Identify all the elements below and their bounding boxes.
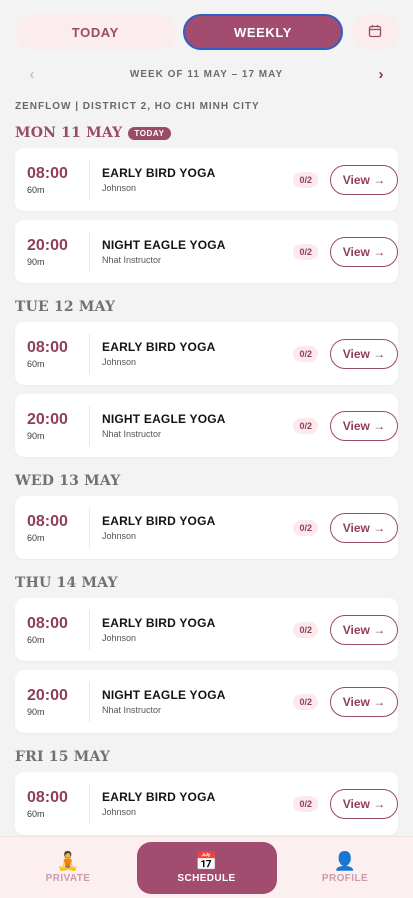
- capacity-badge: 0/2: [293, 345, 318, 362]
- tab-weekly[interactable]: WEEKLY: [182, 14, 344, 50]
- class-instructor: Johnson: [102, 633, 137, 643]
- day-section: FRI 15 MAY 08:00 60m EARLY BIRD YOGA Johns…: [15, 742, 398, 835]
- class-name: EARLY BIRD YOGA: [102, 790, 216, 804]
- class-name: EARLY BIRD YOGA: [102, 340, 216, 354]
- day-section: WED 13 MAY 08:00 60m EARLY BIRD YOGA Johns…: [15, 466, 398, 559]
- capacity-badge: 0/2: [293, 621, 318, 638]
- next-week-button[interactable]: ›: [363, 66, 399, 83]
- class-card[interactable]: 08:00 60m EARLY BIRD YOGA Johnson 0/2 View…: [15, 148, 398, 211]
- prev-week-button[interactable]: ‹: [14, 66, 50, 83]
- day-header: THU 14 MAY: [15, 568, 398, 598]
- class-card[interactable]: 08:00 60m EARLY BIRD YOGA Johnson 0/2 View…: [15, 598, 398, 661]
- capacity-badge: 0/2: [293, 171, 318, 188]
- class-instructor: Nhat Instructor: [102, 705, 162, 715]
- capacity-badge: 0/2: [293, 417, 318, 434]
- class-instructor: Johnson: [102, 531, 137, 541]
- nav-schedule[interactable]: 📅 SCHEDULE: [136, 841, 277, 894]
- weekly-schedule: MON 11 MAY TODAY 08:00 60m EARLY BIRD YOG…: [15, 118, 398, 844]
- class-time: 08:00: [27, 789, 68, 806]
- capacity-badge: 0/2: [293, 243, 318, 260]
- calendar-icon: 📅: [195, 851, 218, 871]
- studio-location: ZENFLOW | DISTRICT 2, HO CHI MINH CITY: [15, 101, 260, 112]
- calendar-icon: [368, 24, 382, 41]
- week-navigator: ‹ WEEK OF 11 MAY – 17 MAY ›: [14, 60, 399, 88]
- view-button[interactable]: View →: [330, 512, 398, 543]
- view-button[interactable]: View →: [330, 788, 398, 819]
- class-name: NIGHT EAGLE YOGA: [102, 238, 226, 252]
- class-card[interactable]: 20:00 90m NIGHT EAGLE YOGA Nhat Instructor…: [15, 670, 398, 733]
- class-instructor: Nhat Instructor: [102, 255, 162, 265]
- class-duration: 60m: [27, 635, 45, 645]
- calendar-button[interactable]: [351, 14, 399, 50]
- day-section: MON 11 MAY TODAY 08:00 60m EARLY BIRD YOG…: [15, 118, 398, 283]
- week-range-label: WEEK OF 11 MAY – 17 MAY: [129, 68, 284, 80]
- class-instructor: Johnson: [102, 183, 137, 193]
- nav-private-label: PRIVATE: [45, 873, 91, 884]
- class-name: EARLY BIRD YOGA: [102, 616, 216, 630]
- class-duration: 90m: [27, 431, 45, 441]
- class-duration: 60m: [27, 359, 45, 369]
- class-instructor: Johnson: [102, 357, 137, 367]
- day-header: WED 13 MAY: [15, 466, 398, 496]
- view-button[interactable]: View →: [330, 338, 398, 369]
- class-time: 20:00: [27, 411, 68, 428]
- capacity-badge: 0/2: [293, 795, 318, 812]
- capacity-badge: 0/2: [293, 693, 318, 710]
- day-section: THU 14 MAY 08:00 60m EARLY BIRD YOGA Johns…: [15, 568, 398, 733]
- nav-private[interactable]: 🧘 PRIVATE: [6, 842, 130, 894]
- day-section: TUE 12 MAY 08:00 60m EARLY BIRD YOGA Johns…: [15, 292, 398, 457]
- nav-schedule-label: SCHEDULE: [177, 873, 236, 884]
- class-card[interactable]: 20:00 90m NIGHT EAGLE YOGA Nhat Instructor…: [15, 394, 398, 457]
- class-duration: 60m: [27, 185, 45, 195]
- class-duration: 90m: [27, 707, 45, 717]
- class-card[interactable]: 20:00 90m NIGHT EAGLE YOGA Nhat Instructor…: [15, 220, 398, 283]
- class-time: 08:00: [27, 615, 68, 632]
- day-header: TUE 12 MAY: [15, 292, 398, 322]
- class-name: NIGHT EAGLE YOGA: [102, 412, 226, 426]
- view-toggle-bar: TODAY WEEKLY: [14, 14, 399, 50]
- view-button[interactable]: View →: [330, 164, 398, 195]
- class-instructor: Johnson: [102, 807, 137, 817]
- day-label: TUE 12 MAY: [15, 299, 116, 315]
- class-name: NIGHT EAGLE YOGA: [102, 688, 226, 702]
- class-card[interactable]: 08:00 60m EARLY BIRD YOGA Johnson 0/2 View…: [15, 772, 398, 835]
- day-header: FRI 15 MAY: [15, 742, 398, 772]
- class-time: 20:00: [27, 687, 68, 704]
- capacity-badge: 0/2: [293, 519, 318, 536]
- day-label: THU 14 MAY: [15, 575, 118, 591]
- today-badge: TODAY: [128, 126, 171, 140]
- class-time: 08:00: [27, 165, 68, 182]
- profile-icon: 👤: [333, 851, 357, 871]
- class-time: 08:00: [27, 339, 68, 356]
- day-label: FRI 15 MAY: [15, 749, 111, 765]
- tab-today[interactable]: TODAY: [14, 14, 177, 50]
- day-header: MON 11 MAY TODAY: [15, 118, 398, 148]
- class-time: 20:00: [27, 237, 68, 254]
- view-button[interactable]: View →: [330, 686, 398, 717]
- meditation-icon: 🧘: [56, 851, 80, 871]
- day-label: WED 13 MAY: [15, 473, 121, 489]
- class-duration: 60m: [27, 809, 45, 819]
- day-label: MON 11 MAY: [15, 125, 123, 141]
- view-button[interactable]: View →: [330, 410, 398, 441]
- class-name: EARLY BIRD YOGA: [102, 166, 216, 180]
- class-instructor: Nhat Instructor: [102, 429, 162, 439]
- bottom-nav: 🧘 PRIVATE 📅 SCHEDULE 👤 PROFILE: [0, 836, 413, 898]
- class-name: EARLY BIRD YOGA: [102, 514, 216, 528]
- view-button[interactable]: View →: [330, 614, 398, 645]
- nav-profile[interactable]: 👤 PROFILE: [283, 842, 407, 894]
- class-duration: 90m: [27, 257, 45, 267]
- class-duration: 60m: [27, 533, 45, 543]
- view-button[interactable]: View →: [330, 236, 398, 267]
- class-card[interactable]: 08:00 60m EARLY BIRD YOGA Johnson 0/2 View…: [15, 322, 398, 385]
- class-time: 08:00: [27, 513, 68, 530]
- class-card[interactable]: 08:00 60m EARLY BIRD YOGA Johnson 0/2 View…: [15, 496, 398, 559]
- nav-profile-label: PROFILE: [321, 873, 369, 884]
